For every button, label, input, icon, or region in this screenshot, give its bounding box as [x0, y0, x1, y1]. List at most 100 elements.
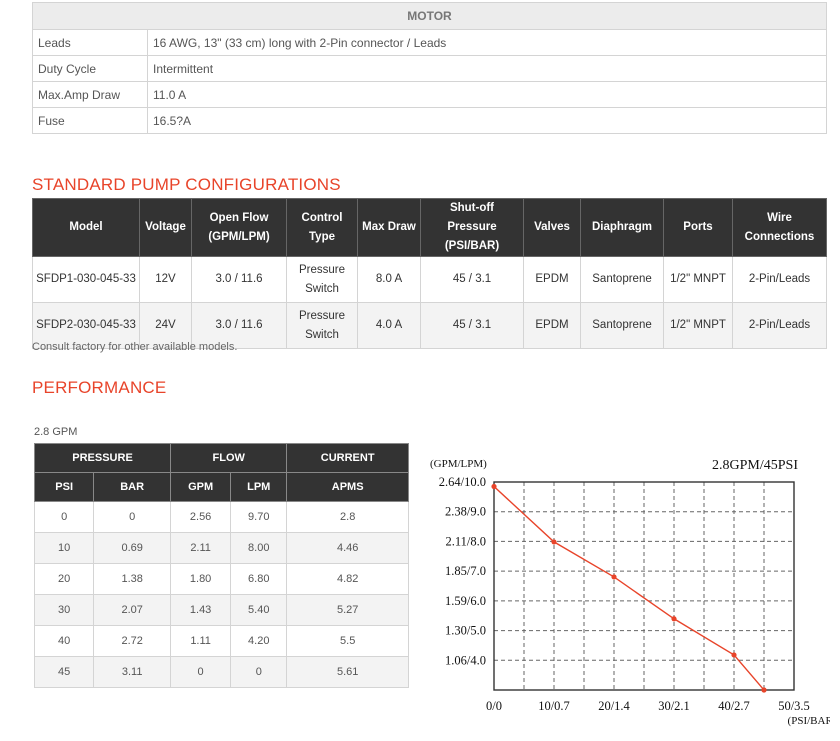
cell-voltage: 12V: [139, 256, 192, 303]
col-control-line2: Type: [309, 230, 335, 243]
data-point: [611, 574, 617, 580]
table-row: 20 1.38 1.80 6.80 4.82: [33, 563, 409, 595]
performance-table: PRESSURE FLOW CURRENT PSI BAR GPM LPM AP…: [33, 443, 409, 688]
configs-title: STANDARD PUMP CONFIGURATIONS: [32, 175, 341, 194]
cell-ports: 1/2" MNPT: [663, 256, 733, 303]
cell-lpm: 4.20: [230, 625, 288, 657]
cell-bar: 0: [93, 501, 172, 533]
performance-subtitle: 2.8 GPM: [34, 426, 78, 438]
cell-gpm: 1.43: [170, 594, 232, 626]
cell-amps: 5.61: [286, 656, 409, 688]
col-gpm: GPM: [170, 472, 232, 502]
table-row: Fuse 16.5?A: [32, 107, 827, 134]
col-amps: APMS: [286, 472, 409, 502]
data-point: [731, 652, 737, 658]
col-open-flow: Open Flow (GPM/LPM): [191, 198, 287, 257]
cell-shutoff: 45 / 3.1: [420, 302, 524, 349]
y-tick-label: 1.85/7.0: [445, 564, 486, 578]
series: [491, 483, 767, 693]
cell-gpm: 1.11: [170, 625, 232, 657]
motor-value: 16 AWG, 13" (33 cm) long with 2-Pin conn…: [147, 29, 827, 56]
col-lpm: LPM: [230, 472, 288, 502]
cell-control-line1: Pressure: [298, 263, 346, 276]
cell-control-line1: Pressure: [298, 309, 346, 322]
cell-gpm: 2.11: [170, 532, 232, 564]
table-row: Leads 16 AWG, 13" (33 cm) long with 2-Pi…: [32, 29, 827, 56]
col-diaphragm: Diaphragm: [580, 198, 664, 257]
y-tick-label: 1.59/6.0: [445, 594, 486, 608]
cell-bar: 2.07: [93, 594, 172, 626]
motor-label: Duty Cycle: [32, 55, 148, 82]
cell-amps: 5.5: [286, 625, 409, 657]
motor-label: Max.Amp Draw: [32, 81, 148, 108]
col-model: Model: [32, 198, 140, 257]
col-shutoff-line2: (PSI/BAR): [444, 240, 500, 252]
group-current: CURRENT: [286, 443, 409, 473]
table-row: Max.Amp Draw 11.0 A: [32, 81, 827, 108]
motor-table: MOTOR Leads 16 AWG, 13" (33 cm) long wit…: [32, 2, 827, 134]
motor-header: MOTOR: [32, 2, 827, 30]
cell-wire: 2-Pin/Leads: [732, 302, 827, 349]
cell-bar: 2.72: [93, 625, 172, 657]
cell-shutoff: 45 / 3.1: [420, 256, 524, 303]
cell-wire: 2-Pin/Leads: [732, 256, 827, 303]
cell-amps: 4.46: [286, 532, 409, 564]
table-row: Duty Cycle Intermittent: [32, 55, 827, 82]
cell-gpm: 0: [170, 656, 232, 688]
cell-lpm: 0: [230, 656, 288, 688]
col-control-line1: Control: [301, 211, 343, 224]
col-bar: BAR: [93, 472, 172, 502]
motor-value: 16.5?A: [147, 107, 827, 134]
y-tick-label: 2.11/8.0: [445, 534, 486, 548]
cell-flow: 3.0 / 11.6: [191, 256, 287, 303]
data-point: [671, 616, 677, 622]
cell-model: SFDP1-030-045-33: [32, 256, 140, 303]
table-row: 30 2.07 1.43 5.40 5.27: [33, 594, 409, 626]
cell-lpm: 8.00: [230, 532, 288, 564]
x-tick-label: 40/2.7: [718, 699, 750, 713]
cell-draw: 4.0 A: [357, 302, 421, 349]
data-point: [491, 483, 497, 490]
cell-bar: 3.11: [93, 656, 172, 688]
grid: [493, 481, 795, 691]
perf-group-row: PRESSURE FLOW CURRENT: [33, 443, 409, 473]
x-tick-label: 0/0: [486, 699, 502, 713]
y-tick-label: 1.06/4.0: [445, 653, 486, 667]
config-table: Model Voltage Open Flow (GPM/LPM) Control…: [32, 198, 827, 349]
y-tick-label: 2.64/10.0: [439, 475, 486, 489]
group-pressure: PRESSURE: [33, 443, 172, 473]
col-voltage: Voltage: [139, 198, 192, 257]
cell-psi: 0: [33, 501, 95, 533]
col-max-draw: Max Draw: [357, 198, 421, 257]
table-row: 10 0.69 2.11 8.00 4.46: [33, 532, 409, 564]
cell-psi: 30: [33, 594, 95, 626]
col-shutoff-line1: Shut-off Pressure: [447, 202, 497, 233]
cell-ports: 1/2" MNPT: [663, 302, 733, 349]
data-point: [551, 539, 557, 545]
cell-control-line2: Switch: [305, 328, 339, 341]
col-open-flow-line2: (GPM/LPM): [208, 230, 270, 243]
cell-gpm: 1.80: [170, 563, 232, 595]
cell-psi: 20: [33, 563, 95, 595]
config-note: Consult factory for other available mode…: [32, 341, 238, 353]
motor-value: 11.0 A: [147, 81, 827, 108]
cell-diaphragm: Santoprene: [580, 256, 664, 303]
col-valves: Valves: [523, 198, 581, 257]
config-header-row: Model Voltage Open Flow (GPM/LPM) Control…: [32, 198, 827, 257]
perf-col-row: PSI BAR GPM LPM APMS: [33, 472, 409, 502]
motor-label: Leads: [32, 29, 148, 56]
performance-title: PERFORMANCE: [32, 378, 167, 397]
motor-value: Intermittent: [147, 55, 827, 82]
cell-gpm: 2.56: [170, 501, 232, 533]
x-tick-label: 50/3.5: [778, 699, 810, 713]
x-tick-label: 30/2.1: [658, 699, 690, 713]
cell-psi: 45: [33, 656, 95, 688]
cell-valves: EPDM: [523, 256, 581, 303]
cell-control-line2: Switch: [305, 282, 339, 295]
table-row: 0 0 2.56 9.70 2.8: [33, 501, 409, 533]
cell-psi: 40: [33, 625, 95, 657]
table-row: 45 3.11 0 0 5.61: [33, 656, 409, 688]
cell-bar: 0.69: [93, 532, 172, 564]
cell-diaphragm: Santoprene: [580, 302, 664, 349]
table-row: 40 2.72 1.11 4.20 5.5: [33, 625, 409, 657]
